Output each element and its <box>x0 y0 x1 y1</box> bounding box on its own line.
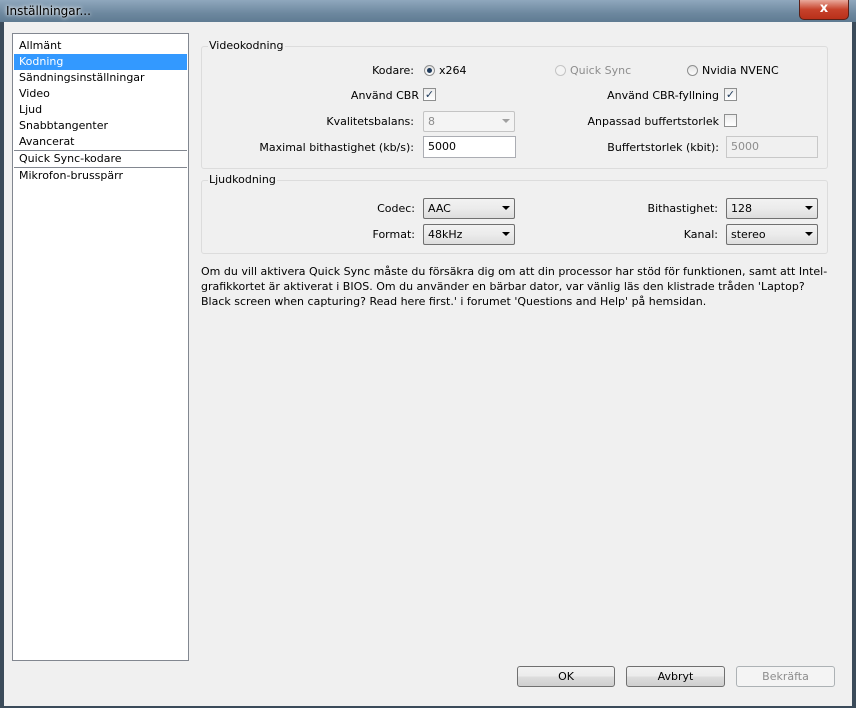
max-bitrate-input[interactable]: 5000 <box>423 136 516 158</box>
custom-buffer-label: Anpassad buffertstorlek <box>587 115 719 128</box>
apply-button: Bekräfta <box>736 666 835 687</box>
video-encoding-group: Videokodning Kodare: x264 Quick Sync Nvi… <box>201 39 828 169</box>
format-label: Format: <box>372 228 415 241</box>
codec-select[interactable]: AAC <box>423 198 515 219</box>
nav-item-allmant[interactable]: Allmänt <box>14 38 187 54</box>
nav-item-avancerat[interactable]: Avancerat <box>14 134 187 150</box>
format-value: 48kHz <box>428 228 463 241</box>
settings-dialog: Allmänt Kodning Sändningsinställningar V… <box>4 22 852 706</box>
chevron-down-icon <box>805 206 813 210</box>
cbr-label: Använd CBR <box>350 89 419 102</box>
window-title: Inställningar... <box>6 4 91 18</box>
title-bar[interactable]: Inställningar... x <box>0 0 856 22</box>
cbr-checkbox[interactable]: ✓ <box>423 88 436 101</box>
ok-button[interactable]: OK <box>517 666 615 687</box>
video-encoding-legend: Videokodning <box>208 39 285 52</box>
channel-label: Kanal: <box>683 228 718 241</box>
quality-balance-label: Kvalitetsbalans: <box>326 115 414 128</box>
chevron-down-icon <box>502 119 510 123</box>
quality-balance-value: 8 <box>428 115 435 128</box>
buffer-size-label: Buffertstorlek (kbit): <box>607 141 719 154</box>
encoder-x264-label[interactable]: x264 <box>439 64 467 77</box>
nav-item-mikrofon-brussparr[interactable]: Mikrofon-brusspärr <box>14 168 187 184</box>
close-button[interactable]: x <box>799 0 849 20</box>
encoder-label: Kodare: <box>372 64 414 77</box>
quality-balance-select: 8 <box>423 111 515 132</box>
encoder-quicksync-label: Quick Sync <box>570 64 632 77</box>
nav-item-quick-sync-kodare[interactable]: Quick Sync-kodare <box>14 151 187 167</box>
quick-sync-info-text: Om du vill aktivera Quick Sync måste du … <box>201 265 828 308</box>
nav-item-snabbtangenter[interactable]: Snabbtangenter <box>14 118 187 134</box>
encoder-nvenc-radio[interactable] <box>687 65 698 76</box>
encoder-quicksync-radio <box>555 65 566 76</box>
cancel-button[interactable]: Avbryt <box>626 666 725 687</box>
nav-item-sandningsinstallningar[interactable]: Sändningsinställningar <box>14 70 187 86</box>
buffer-size-input: 5000 <box>726 136 818 158</box>
audio-encoding-legend: Ljudkodning <box>208 173 277 186</box>
max-bitrate-label: Maximal bithastighet (kb/s): <box>259 141 414 154</box>
custom-buffer-checkbox[interactable] <box>724 114 737 127</box>
channel-value: stereo <box>731 228 766 241</box>
encoder-nvenc-label[interactable]: Nvidia NVENC <box>702 64 779 77</box>
settings-category-list[interactable]: Allmänt Kodning Sändningsinställningar V… <box>12 33 189 661</box>
cbr-fill-checkbox[interactable]: ✓ <box>724 88 737 101</box>
close-icon: x <box>819 1 829 16</box>
encoder-x264-radio[interactable] <box>424 65 435 76</box>
audio-encoding-group: Ljudkodning Codec: AAC Bithastighet: 128… <box>201 173 828 254</box>
chevron-down-icon <box>502 232 510 236</box>
format-select[interactable]: 48kHz <box>423 224 515 245</box>
audio-bitrate-label: Bithastighet: <box>647 202 718 215</box>
cbr-fill-label: Använd CBR-fyllning <box>607 89 719 102</box>
codec-label: Codec: <box>377 202 415 215</box>
nav-item-video[interactable]: Video <box>14 86 187 102</box>
chevron-down-icon <box>805 232 813 236</box>
chevron-down-icon <box>502 206 510 210</box>
audio-bitrate-value: 128 <box>731 202 752 215</box>
checkmark-icon: ✓ <box>424 88 435 101</box>
audio-bitrate-select[interactable]: 128 <box>726 198 818 219</box>
codec-value: AAC <box>428 202 451 215</box>
nav-item-kodning[interactable]: Kodning <box>14 54 187 70</box>
nav-item-ljud[interactable]: Ljud <box>14 102 187 118</box>
channel-select[interactable]: stereo <box>726 224 818 245</box>
checkmark-icon: ✓ <box>725 88 736 101</box>
